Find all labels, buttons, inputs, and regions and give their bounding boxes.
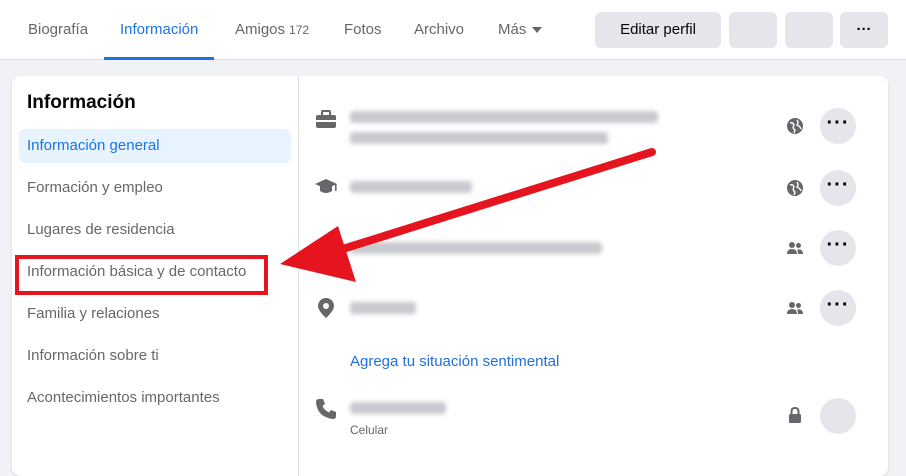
friends-count: 172 xyxy=(289,23,310,37)
edit-profile-button[interactable]: Editar perfil xyxy=(595,12,721,48)
friends-icon[interactable] xyxy=(786,299,804,317)
column-divider xyxy=(298,76,299,476)
tab-mas[interactable]: Más xyxy=(498,0,543,60)
tab-amigos[interactable]: Amigos 172 xyxy=(235,0,309,60)
home-icon xyxy=(316,238,336,257)
blurred-workplace xyxy=(350,111,658,123)
sidebar-title: Información xyxy=(27,92,136,113)
caret-down-icon xyxy=(532,27,543,34)
row-more-button[interactable]: ··· xyxy=(820,230,856,266)
briefcase-icon xyxy=(316,110,336,128)
profile-tab-bar: Biografía Información Amigos 172 Fotos Ar… xyxy=(0,0,906,60)
map-pin-icon xyxy=(318,298,334,318)
blurred-button[interactable] xyxy=(729,12,777,48)
blurred-residence xyxy=(350,242,602,254)
sidebar-item-informacion-sobre-ti[interactable]: Información sobre ti xyxy=(19,339,291,373)
blurred-school xyxy=(350,181,472,193)
blurred-workplace xyxy=(350,132,608,144)
lock-icon[interactable] xyxy=(786,406,804,424)
graduation-cap-icon xyxy=(315,179,337,193)
globe-icon[interactable] xyxy=(786,179,804,197)
blurred-hometown xyxy=(350,302,416,314)
row-more-button[interactable]: ··· xyxy=(820,170,856,206)
annotation-highlight-box xyxy=(15,255,268,295)
add-relationship-link[interactable]: Agrega tu situación sentimental xyxy=(350,353,559,370)
phone-icon xyxy=(316,399,336,419)
row-more-button[interactable] xyxy=(820,398,856,434)
blurred-phone-number xyxy=(350,402,446,414)
sidebar-item-familia-relaciones[interactable]: Familia y relaciones xyxy=(19,297,291,331)
tab-fotos[interactable]: Fotos xyxy=(344,0,382,60)
friends-icon[interactable] xyxy=(786,239,804,257)
sidebar-item-acontecimientos[interactable]: Acontecimientos importantes xyxy=(19,381,291,415)
tab-archivo[interactable]: Archivo xyxy=(414,0,464,60)
phone-type-label: Celular xyxy=(350,423,389,437)
blurred-button[interactable] xyxy=(785,12,833,48)
globe-icon[interactable] xyxy=(786,117,804,135)
sidebar-item-formacion-empleo[interactable]: Formación y empleo xyxy=(19,171,291,205)
tab-biografia[interactable]: Biografía xyxy=(28,0,88,60)
more-options-button[interactable]: ··· xyxy=(840,12,888,48)
row-more-button[interactable]: ··· xyxy=(820,108,856,144)
sidebar-item-lugares-residencia[interactable]: Lugares de residencia xyxy=(19,213,291,247)
sidebar-item-informacion-general[interactable]: Información general xyxy=(19,129,291,163)
tab-informacion[interactable]: Información xyxy=(103,0,215,60)
row-more-button[interactable]: ··· xyxy=(820,290,856,326)
